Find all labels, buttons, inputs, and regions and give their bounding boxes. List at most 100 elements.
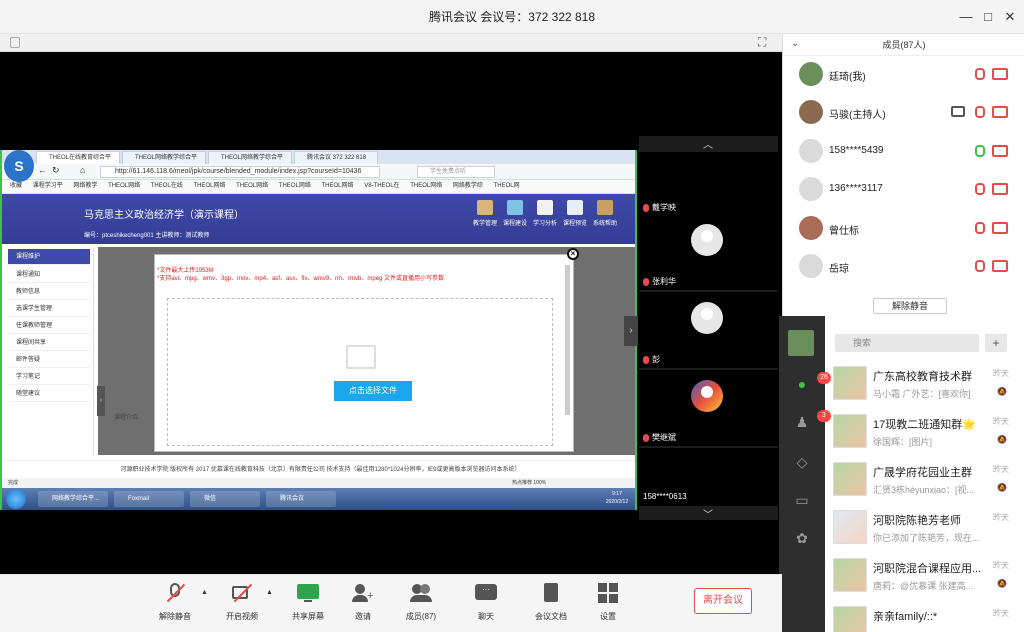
member-row[interactable]: 158****5439 [783, 133, 1024, 171]
browser-tab[interactable]: THEOL在线教育综合平 [36, 151, 120, 164]
camera-off-icon[interactable] [992, 145, 1008, 157]
settings-icon[interactable]: ✿ [793, 530, 811, 548]
favorite-item[interactable]: THEOL网络 [236, 183, 268, 189]
camera-off-icon[interactable] [992, 183, 1008, 195]
start-button[interactable] [6, 489, 26, 509]
side-item[interactable]: 课程维护 [8, 249, 90, 265]
favorite-item[interactable]: THEOL网络 [108, 183, 140, 189]
nav-system-help[interactable]: 系统帮助 [590, 200, 620, 227]
camera-off-icon[interactable] [992, 68, 1008, 80]
chat-icon[interactable]: ● 26 [793, 372, 831, 394]
favorite-item[interactable]: 网络教学综 [453, 183, 483, 189]
camera-off-icon[interactable] [992, 222, 1008, 234]
mic-muted-icon[interactable] [975, 260, 985, 272]
favorite-item[interactable]: 课程学习平 [33, 183, 63, 189]
side-item[interactable]: 课程间共享 [8, 335, 90, 351]
taskbar-item[interactable]: 微信 [190, 491, 260, 507]
mic-muted-icon[interactable] [975, 183, 985, 195]
upload-dropzone[interactable]: 点击选择文件 [167, 298, 553, 446]
chat-list-item[interactable]: 广东高校教育技术群 马小霜 广外艺：[喜欢你] 昨天 🔕 [825, 360, 1024, 410]
favorite-item[interactable]: THEOL网络 [410, 183, 442, 189]
side-item[interactable]: 选课学生管理 [8, 301, 90, 317]
minimize-button[interactable]: — [956, 7, 976, 27]
add-button[interactable]: + [985, 334, 1007, 352]
close-button[interactable]: ✕ [1000, 7, 1020, 27]
camera-off-icon[interactable] [992, 260, 1008, 272]
contacts-icon[interactable]: ♟ 3 [793, 410, 831, 432]
chat-list-item[interactable]: 河职院陈艳芳老师 你已添加了陈艳芳，现在... 昨天 [825, 504, 1024, 554]
browser-tab[interactable]: 腾讯会议 372 322 818 [294, 151, 378, 164]
invite-button[interactable]: + 邀请 [333, 583, 393, 622]
fullscreen-icon[interactable]: ⛶ [758, 35, 766, 50]
chevron-left-icon[interactable]: ‹ [97, 386, 105, 416]
leave-meeting-button[interactable]: 离开会议 [694, 588, 752, 614]
browser-tab[interactable]: THEOL网络教学综合平 [122, 151, 206, 164]
back-icon[interactable]: ← [38, 165, 47, 175]
close-icon[interactable]: × [567, 248, 579, 260]
member-row[interactable]: 马骏(主持人) [783, 94, 1024, 132]
video-tile[interactable]: 张利华 [639, 214, 778, 290]
chat-list-item[interactable]: 广晟学府花园业主群 汇贤3栋hèyunxiao：[视... 昨天 🔕 [825, 456, 1024, 506]
meeting-docs-button[interactable]: 会议文档 [521, 583, 581, 622]
chevron-down-icon[interactable]: ⌄ [791, 38, 799, 49]
side-item[interactable]: 邮件答疑 [8, 352, 90, 368]
shield-icon[interactable] [10, 37, 20, 48]
choose-file-button[interactable]: 点击选择文件 [334, 381, 412, 401]
favorite-item[interactable]: 网络教学 [73, 183, 97, 189]
unmute-all-button[interactable]: 解除静音 [873, 298, 947, 314]
side-item[interactable]: 学习笔记 [8, 369, 90, 385]
favorite-item[interactable]: THEOL在线 [151, 183, 183, 189]
mic-on-icon[interactable] [975, 145, 985, 157]
share-screen-button[interactable]: 共享屏幕 [278, 583, 338, 622]
folder-icon[interactable]: ▭ [793, 492, 811, 510]
member-row[interactable]: 曾仕标 [783, 210, 1024, 248]
favorite-item[interactable]: 收藏 [10, 183, 22, 189]
member-row[interactable]: 136****3117 [783, 171, 1024, 209]
side-item[interactable]: 随堂建议 [8, 386, 90, 402]
settings-button[interactable]: 设置 [578, 583, 638, 622]
wechat-search-input[interactable]: 搜索 [835, 334, 979, 352]
maximize-button[interactable]: □ [978, 7, 998, 27]
video-tile[interactable]: 樊继斌 [639, 370, 778, 446]
chat-list-item[interactable]: 17现教二班通知群🌟 徐国辉：[图片] 昨天 🔕 [825, 408, 1024, 458]
side-item[interactable]: 任课教师管理 [8, 318, 90, 334]
nav-learning-analysis[interactable]: 学习分析 [530, 200, 560, 227]
chat-button[interactable]: ··· 聊天 [456, 583, 516, 622]
favorite-item[interactable]: THEOL网络 [193, 183, 225, 189]
mic-muted-icon[interactable] [975, 68, 985, 80]
avatar[interactable] [788, 330, 814, 356]
nav-course-preview[interactable]: 课程预览 [560, 200, 590, 227]
member-row[interactable]: 岳琼 [783, 248, 1024, 286]
favorite-item[interactable]: THEOL网络 [322, 183, 354, 189]
chat-list-item[interactable]: 河职院混合课程应用... 唐莉：@优慕课 张建高... 昨天 🔕 [825, 552, 1024, 602]
start-video-button[interactable]: 开启视频 [212, 583, 272, 622]
members-button[interactable]: 成员(87) [391, 583, 451, 622]
chevron-down-icon[interactable]: ﹀ [695, 506, 721, 521]
chevron-right-icon[interactable]: › [624, 316, 638, 346]
unmute-button[interactable]: 解除静音 [145, 583, 205, 622]
side-item[interactable]: 教师信息 [8, 284, 90, 300]
video-tile[interactable]: 158****0613 [639, 448, 778, 506]
favorite-item[interactable]: THEOL网 [494, 183, 520, 189]
camera-off-icon[interactable] [992, 106, 1008, 118]
video-tile[interactable]: 彭 [639, 292, 778, 368]
nav-course-building[interactable]: 课程建设 [500, 200, 530, 227]
browser-search-input[interactable]: 学生免费点听 [417, 166, 495, 178]
side-item[interactable]: 课程通知 [8, 267, 90, 283]
nav-teaching-management[interactable]: 教学管理 [470, 200, 500, 227]
url-field[interactable]: http://61.146.118.6/meol/jpk/course/blen… [100, 166, 380, 178]
chat-list-item[interactable]: 亲亲family/::* 昨天 [825, 600, 1024, 632]
home-icon[interactable]: ⌂ [80, 165, 85, 175]
member-row[interactable]: 廷琦(我) [783, 56, 1024, 94]
chevron-up-icon[interactable]: ▲ [266, 589, 273, 596]
refresh-icon[interactable]: ↻ [52, 165, 60, 176]
chevron-up-icon[interactable]: ▲ [201, 589, 208, 596]
mic-muted-icon[interactable] [975, 222, 985, 234]
mic-muted-icon[interactable] [975, 106, 985, 118]
taskbar-item[interactable]: Foxmail [114, 491, 184, 507]
favorite-item[interactable]: THEOL网络 [279, 183, 311, 189]
taskbar-item[interactable]: 网络教学综合平... [38, 491, 108, 507]
dialog-scrollbar[interactable] [565, 265, 570, 415]
taskbar-item[interactable]: 腾讯会议 [266, 491, 336, 507]
browser-tab[interactable]: THEOL网络教学综合平 [208, 151, 292, 164]
